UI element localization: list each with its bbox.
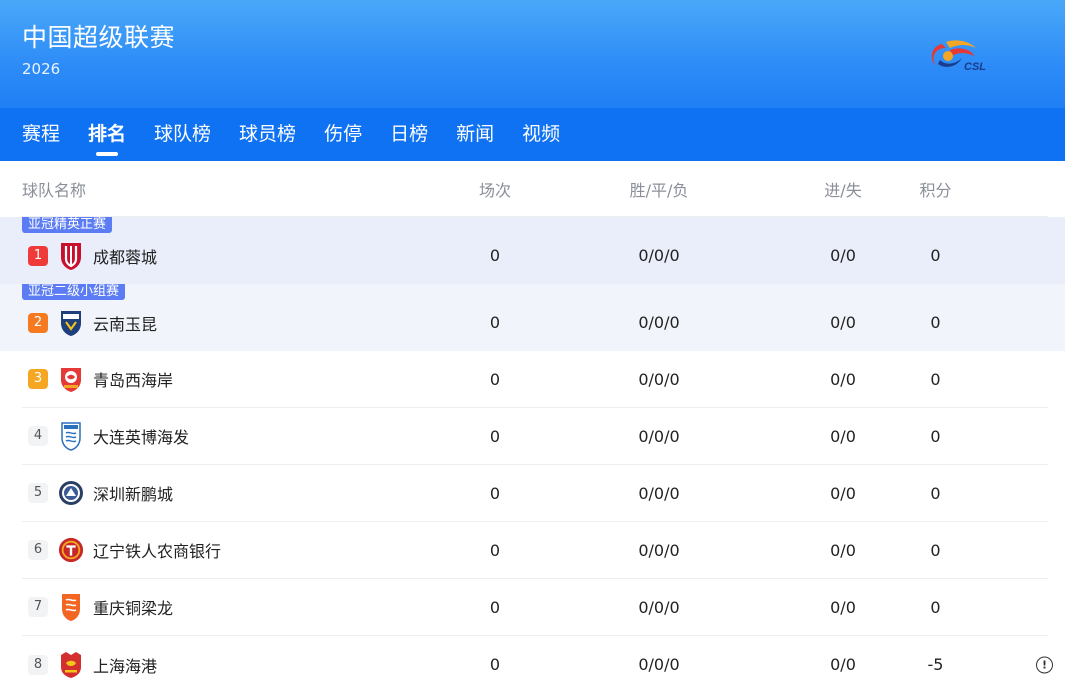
table-row[interactable]: 7 重庆铜梁龙 0 0/0/0 0/0 0 (0, 579, 1065, 636)
qingdao-badge-icon (58, 364, 84, 394)
table-row[interactable]: 5 深圳新鹏城 0 0/0/0 0/0 0 (0, 465, 1065, 522)
played-value: 0 (489, 426, 501, 446)
rank-badge: 8 (28, 654, 48, 675)
team-name[interactable]: 成都蓉城 (93, 244, 157, 268)
team-name[interactable]: 云南玉昆 (93, 311, 157, 335)
wdl-value: 0/0/0 (638, 655, 680, 674)
season-label: 2026 (22, 60, 61, 78)
tab-team-rankings[interactable]: 球队榜 (154, 108, 211, 160)
played-value: 0 (489, 369, 501, 389)
col-wdl-header: 胜/平/负 (629, 180, 689, 200)
tab-player-rankings[interactable]: 球员榜 (239, 108, 296, 160)
table-row[interactable]: 6 辽宁铁人农商银行 0 0/0/0 0/0 0 (0, 522, 1065, 579)
rank-badge: 3 (28, 369, 48, 389)
played-value: 0 (489, 483, 501, 503)
goals-value: 0/0 (830, 313, 856, 332)
goals-value: 0/0 (830, 655, 856, 674)
played-value: 0 (489, 313, 501, 332)
goals-value: 0/0 (830, 597, 856, 617)
col-team-header: 球队名称 (22, 180, 87, 200)
tab-standings[interactable]: 排名 (88, 108, 126, 160)
rank-badge: 2 (28, 312, 48, 333)
col-points-header: 积分 (919, 180, 952, 200)
points-value: -5 (927, 655, 944, 674)
team-name[interactable]: 深圳新鹏城 (93, 481, 173, 505)
team-name[interactable]: 上海海港 (93, 653, 157, 677)
rank-badge: 6 (28, 540, 48, 560)
goals-value: 0/0 (830, 426, 856, 446)
points-value: 0 (930, 246, 941, 265)
played-value: 0 (489, 655, 501, 674)
zone-tag-afc-two: 亚冠二级小组赛 (22, 284, 126, 300)
team-name[interactable]: 重庆铜梁龙 (93, 595, 173, 619)
zone-tag-afc-elite: 亚冠精英正赛 (22, 217, 113, 233)
team-name[interactable]: 辽宁铁人农商银行 (93, 538, 221, 562)
chongqing-badge-icon (58, 592, 84, 622)
tab-daily[interactable]: 日榜 (390, 108, 428, 160)
col-goals-header: 进/失 (824, 180, 862, 200)
wdl-value: 0/0/0 (638, 246, 680, 265)
goals-value: 0/0 (830, 540, 856, 560)
rank-badge: 4 (28, 426, 48, 446)
played-value: 0 (489, 540, 501, 560)
goals-value: 0/0 (830, 369, 856, 389)
points-value: 0 (930, 540, 941, 560)
table-row[interactable]: 3 青岛西海岸 0 0/0/0 0/0 0 (0, 351, 1065, 408)
points-value: 0 (930, 426, 941, 446)
shenzhen-badge-icon (58, 478, 84, 508)
rank-badge: 1 (28, 245, 48, 266)
rank-badge: 7 (28, 597, 48, 617)
team-name[interactable]: 大连英博海发 (93, 424, 189, 448)
rank-badge: 5 (28, 483, 48, 503)
tab-schedule[interactable]: 赛程 (22, 108, 60, 160)
league-header: 中国超级联赛 2026 CSL (0, 0, 1065, 108)
col-played-header: 场次 (478, 180, 511, 200)
league-title: 中国超级联赛 (22, 23, 176, 52)
shanghai-badge-icon (58, 650, 84, 680)
points-value: 0 (930, 483, 941, 503)
table-row[interactable]: 8 上海海港 0 0/0/0 0/0 -5 ! (0, 636, 1065, 693)
wdl-value: 0/0/0 (638, 597, 680, 617)
goals-value: 0/0 (830, 483, 856, 503)
info-alert-icon[interactable]: ! (1036, 656, 1053, 673)
liaoning-badge-icon (58, 535, 84, 565)
csl-logo-text: CSL (964, 61, 986, 73)
yunnan-badge-icon (58, 308, 84, 338)
wdl-value: 0/0/0 (638, 540, 680, 560)
played-value: 0 (489, 246, 501, 265)
table-header: 球队名称 场次 胜/平/负 进/失 积分 (22, 161, 1048, 217)
dalian-badge-icon (58, 421, 84, 451)
nav-tabs: 赛程 排名 球队榜 球员榜 伤停 日榜 新闻 视频 (0, 108, 1065, 161)
table-row[interactable]: 亚冠二级小组赛 2 云南玉昆 0 0/0/0 0/0 0 (0, 284, 1065, 351)
points-value: 0 (930, 597, 941, 617)
csl-logo-icon: CSL (931, 40, 986, 73)
points-value: 0 (930, 369, 941, 389)
chengdu-badge-icon (58, 241, 84, 271)
wdl-value: 0/0/0 (638, 313, 680, 332)
table-row[interactable]: 4 大连英博海发 0 0/0/0 0/0 0 (0, 408, 1065, 465)
tab-video[interactable]: 视频 (522, 108, 560, 160)
played-value: 0 (489, 597, 501, 617)
tab-injuries[interactable]: 伤停 (324, 108, 362, 160)
points-value: 0 (930, 313, 941, 332)
wdl-value: 0/0/0 (638, 369, 680, 389)
wdl-value: 0/0/0 (638, 483, 680, 503)
team-name[interactable]: 青岛西海岸 (93, 367, 173, 391)
tab-news[interactable]: 新闻 (456, 108, 494, 160)
table-row[interactable]: 亚冠精英正赛 1 成都蓉城 0 0/0/0 0/0 0 (0, 217, 1065, 284)
wdl-value: 0/0/0 (638, 426, 680, 446)
goals-value: 0/0 (830, 246, 856, 265)
standings-table: 亚冠精英正赛 1 成都蓉城 0 0/0/0 0/0 0 亚冠二级小组赛 2 云南… (0, 217, 1065, 693)
